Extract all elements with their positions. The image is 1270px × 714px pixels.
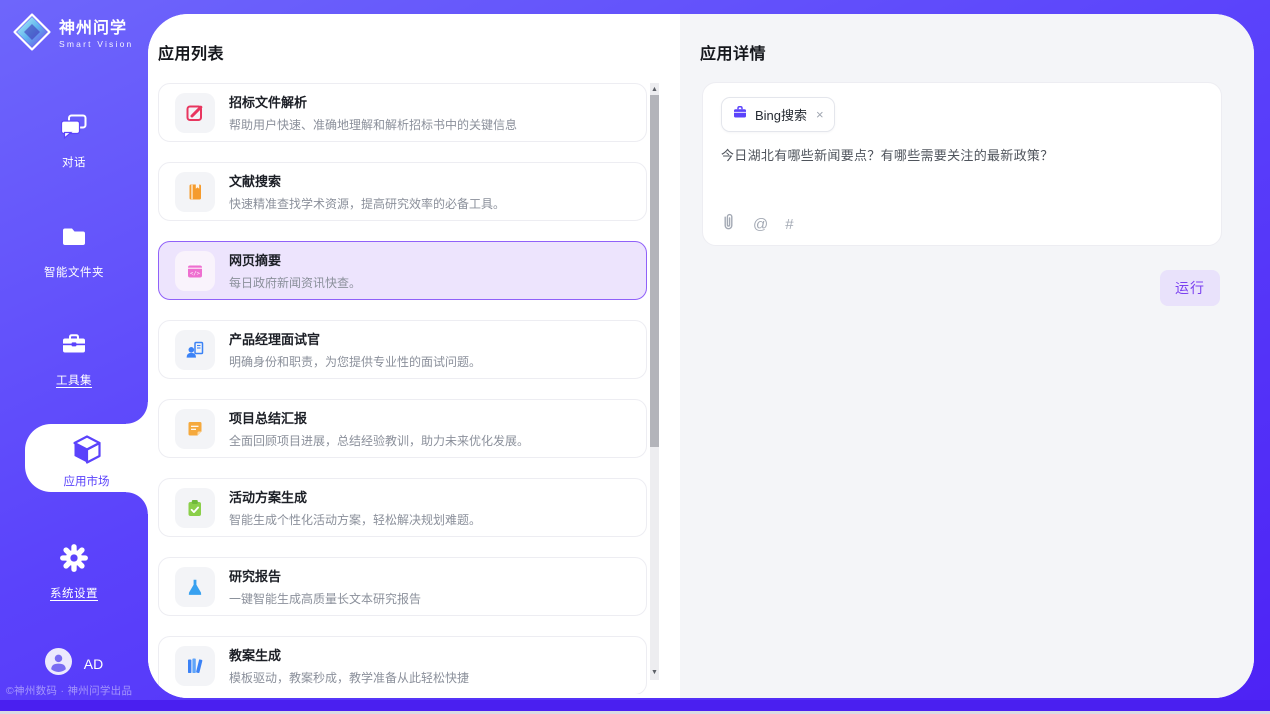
at-icon[interactable]: @ xyxy=(753,216,768,233)
browser-code-icon: </> xyxy=(175,251,215,291)
sidebar-item-toolset[interactable]: 工具集 xyxy=(0,330,148,388)
app-list: 招标文件解析 帮助用户快速、准确地理解和解析招标书中的关键信息 文献搜索 快速精… xyxy=(158,83,647,694)
chat-icon xyxy=(59,129,89,146)
interviewer-icon xyxy=(175,330,215,370)
bubble-fillet-bottom xyxy=(126,492,148,514)
app-title: 教案生成 xyxy=(229,645,469,664)
books-icon xyxy=(175,646,215,686)
sidebar-item-settings[interactable]: 系统设置 xyxy=(0,543,148,601)
app-title: 活动方案生成 xyxy=(229,487,481,506)
pen-square-icon xyxy=(175,93,215,133)
app-card-lesson-plan[interactable]: 教案生成 模板驱动，教案秒成，教学准备从此轻松快捷 xyxy=(158,636,647,694)
app-desc: 模板驱动，教案秒成，教学准备从此轻松快捷 xyxy=(229,669,469,686)
attach-toolbar: @ # xyxy=(721,213,794,236)
clipboard-check-icon xyxy=(175,488,215,528)
hash-icon[interactable]: # xyxy=(785,216,793,233)
app-desc: 明确身份和职责，为您提供专业性的面试问题。 xyxy=(229,353,481,370)
tool-chip-label: Bing搜索 xyxy=(755,105,807,124)
sidebar-item-app-market[interactable]: 应用市场 xyxy=(25,424,148,492)
user-account[interactable]: AD xyxy=(0,648,148,680)
sidebar-item-chat[interactable]: 对话 xyxy=(0,112,148,170)
app-card-event-plan[interactable]: 活动方案生成 智能生成个性化活动方案，轻松解决规划难题。 xyxy=(158,478,647,537)
run-button[interactable]: 运行 xyxy=(1160,270,1220,306)
app-title: 文献搜索 xyxy=(229,171,505,190)
bubble-fillet-top xyxy=(126,402,148,424)
app-desc: 快速精准查找学术资源，提高研究效率的必备工具。 xyxy=(229,195,505,212)
app-card-project-summary[interactable]: 项目总结汇报 全面回顾项目进展，总结经验教训，助力未来优化发展。 xyxy=(158,399,647,458)
app-detail-title: 应用详情 xyxy=(700,40,766,64)
cube-icon xyxy=(70,453,104,470)
sticky-note-icon xyxy=(175,409,215,449)
app-title: 项目总结汇报 xyxy=(229,408,529,427)
app-desc: 全面回顾项目进展，总结经验教训，助力未来优化发展。 xyxy=(229,432,529,449)
bottom-accent-bar xyxy=(0,700,1270,711)
report-flask-icon xyxy=(175,567,215,607)
app-desc: 一键智能生成高质量长文本研究报告 xyxy=(229,590,421,607)
user-initials: AD xyxy=(84,656,103,672)
sidebar: 神州问学 Smart Vision 对话 智能文件夹 xyxy=(0,0,148,714)
svg-text:</>: </> xyxy=(190,271,201,277)
scroll-down-icon[interactable]: ▼ xyxy=(651,666,658,680)
app-title: 网页摘要 xyxy=(229,250,361,269)
folder-icon xyxy=(59,239,89,256)
app-card-bid-analysis[interactable]: 招标文件解析 帮助用户快速、准确地理解和解析招标书中的关键信息 xyxy=(158,83,647,142)
app-title: 招标文件解析 xyxy=(229,92,517,111)
app-card-literature-search[interactable]: 文献搜索 快速精准查找学术资源，提高研究效率的必备工具。 xyxy=(158,162,647,221)
tool-chip-bing-search[interactable]: Bing搜索 × xyxy=(721,97,835,132)
paperclip-icon[interactable] xyxy=(721,213,736,236)
app-desc: 帮助用户快速、准确地理解和解析招标书中的关键信息 xyxy=(229,116,517,133)
sidebar-item-label: 对话 xyxy=(0,154,148,170)
query-input[interactable]: 今日湖北有哪些新闻要点？有哪些需要关注的最新政策？ xyxy=(721,145,1203,164)
sidebar-item-label: 智能文件夹 xyxy=(0,264,148,280)
app-desc: 智能生成个性化活动方案，轻松解决规划难题。 xyxy=(229,511,481,528)
copyright-text: ©神州数码 · 神州问学出品 xyxy=(6,683,148,698)
app-title: 研究报告 xyxy=(229,566,421,585)
diamond-logo-icon xyxy=(12,12,52,57)
scrollbar-thumb[interactable] xyxy=(650,95,659,447)
app-card-pm-interviewer[interactable]: 产品经理面试官 明确身份和职责，为您提供专业性的面试问题。 xyxy=(158,320,647,379)
app-card-web-summary[interactable]: </> 网页摘要 每日政府新闻资讯快查。 xyxy=(158,241,647,300)
app-list-section: 应用列表 招标文件解析 帮助用户快速、准确地理解和解析招标书中的关键信息 xyxy=(148,14,680,698)
app-list-title: 应用列表 xyxy=(158,40,224,64)
book-icon xyxy=(175,172,215,212)
sidebar-item-label: 系统设置 xyxy=(0,585,148,601)
app-detail-section: 应用详情 Bing搜索 × 今日湖北有哪些新闻要点？有哪些需要关注的最新政策？ xyxy=(680,14,1254,698)
main-panel: 应用列表 招标文件解析 帮助用户快速、准确地理解和解析招标书中的关键信息 xyxy=(148,14,1254,698)
app-desc: 每日政府新闻资讯快查。 xyxy=(229,274,361,291)
composer-card: Bing搜索 × 今日湖北有哪些新闻要点？有哪些需要关注的最新政策？ @ # xyxy=(702,82,1222,246)
chip-close-icon[interactable]: × xyxy=(816,107,824,122)
sidebar-item-label: 工具集 xyxy=(0,372,148,388)
avatar xyxy=(45,648,72,680)
list-scrollbar[interactable]: ▲ ▼ xyxy=(650,83,659,680)
toolbox-icon xyxy=(59,347,89,364)
app-card-research-report[interactable]: 研究报告 一键智能生成高质量长文本研究报告 xyxy=(158,557,647,616)
brand-logo: 神州问学 Smart Vision xyxy=(12,12,133,57)
sidebar-item-smart-folder[interactable]: 智能文件夹 xyxy=(0,222,148,280)
brand-subtitle: Smart Vision xyxy=(59,40,133,49)
brand-name: 神州问学 xyxy=(59,20,133,38)
sidebar-item-label: 应用市场 xyxy=(25,473,148,489)
gear-icon xyxy=(59,560,89,577)
briefcase-icon xyxy=(732,104,748,125)
app-title: 产品经理面试官 xyxy=(229,329,481,348)
